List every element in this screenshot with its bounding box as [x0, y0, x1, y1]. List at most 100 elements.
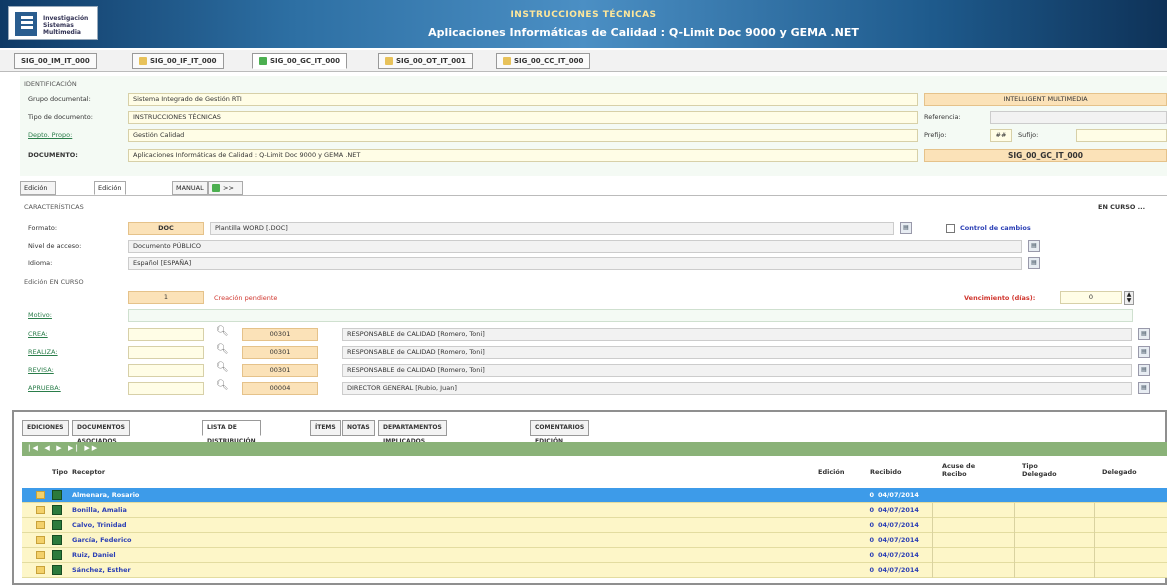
prefijo-field[interactable]: ## [990, 129, 1012, 142]
col-tipo[interactable]: Tipo [52, 468, 68, 476]
search-icon[interactable]: 🔍︎ [216, 380, 229, 391]
sufijo-field[interactable] [1076, 129, 1167, 142]
grid-nav-buttons[interactable]: |◀ ◀ ▶ ▶| ▶▶ [28, 444, 99, 452]
col-edicion[interactable]: Edición [818, 468, 845, 476]
document-code: SIG_00_GC_IT_000 [924, 149, 1167, 162]
document-icon [36, 536, 45, 544]
tab-documentos-asociados[interactable]: DOCUMENTOS ASOCIADOS [72, 420, 130, 445]
crea-link[interactable]: CREA: [28, 330, 48, 338]
tab-notas[interactable]: NOTAS [342, 420, 375, 436]
control-cambios-checkbox[interactable] [946, 224, 955, 233]
search-icon[interactable]: 🔍︎ [216, 344, 229, 355]
recibido-value: 04/07/2014 [878, 506, 919, 514]
doc-tab-gc[interactable]: SIG_00_GC_IT_000 [252, 53, 348, 69]
grid-navigation-bar: |◀ ◀ ▶ ▶| ▶▶ [22, 442, 1167, 456]
table-row[interactable]: Calvo, Trinidad 0 04/07/2014 [22, 518, 1167, 533]
depto-field[interactable]: Gestión Calidad [128, 129, 918, 142]
edicion-number: 1 [128, 291, 204, 304]
doc-tab-if[interactable]: SIG_00_IF_IT_000 [132, 53, 224, 69]
idioma-field[interactable]: Español [ESPAÑA] [128, 257, 1022, 270]
section-caracteristicas: CARACTERÍSTICAS [24, 203, 84, 211]
receptor-name: Sánchez, Esther [72, 566, 131, 574]
grupo-field[interactable]: Sistema Integrado de Gestión RTI [128, 93, 918, 106]
nivel-field[interactable]: Documento PÚBLICO [128, 240, 1022, 253]
referencia-label: Referencia: [924, 113, 961, 121]
aprueba-lookup-icon[interactable]: ▤ [1138, 382, 1150, 394]
revisa-field[interactable]: RESPONSABLE de CALIDAD [Romero, Toni] [342, 364, 1132, 377]
tab-manual[interactable]: MANUAL [172, 181, 208, 195]
formato-lookup-icon[interactable]: ▤ [900, 222, 912, 234]
edicion-value: 0 [869, 491, 874, 499]
grid-header: Tipo Receptor Edición Recibido Acuse de … [22, 456, 1167, 488]
tab-ediciones[interactable]: EDICIONES [22, 420, 69, 436]
edicion-value: 0 [869, 566, 874, 574]
crea-code: 00301 [242, 328, 318, 341]
receptor-name: Almenara, Rosario [72, 491, 140, 499]
idioma-lookup-icon[interactable]: ▤ [1028, 257, 1040, 269]
aprueba-field[interactable]: DIRECTOR GENERAL [Rubio, Juan] [342, 382, 1132, 395]
page-title: INSTRUCCIONES TÉCNICAS [510, 10, 657, 20]
tab-departamentos[interactable]: DEPARTAMENTOS IMPLICADOS [378, 420, 447, 445]
tipo-label: Tipo de documento: [28, 113, 93, 121]
realiza-link[interactable]: REALIZA: [28, 348, 58, 356]
revisa-link[interactable]: REVISA: [28, 366, 54, 374]
user-type-icon [52, 490, 62, 500]
col-tipo-delegado[interactable]: Tipo Delegado [1022, 462, 1062, 478]
table-row[interactable]: Bonilla, Amalia 0 04/07/2014 [22, 503, 1167, 518]
realiza-code: 00301 [242, 346, 318, 359]
col-recibido[interactable]: Recibido [870, 468, 902, 476]
tab-comentarios[interactable]: COMENTARIOS EDICIÓN [530, 420, 590, 445]
table-row[interactable]: García, Federico 0 04/07/2014 [22, 533, 1167, 548]
user-type-icon [52, 535, 62, 545]
revisa-empty[interactable] [128, 364, 204, 377]
search-icon[interactable]: 🔍︎ [216, 362, 229, 373]
tab-items[interactable]: ÍTEMS [310, 420, 341, 436]
table-row[interactable]: Almenara, Rosario 0 04/07/2014 [22, 488, 1167, 503]
col-delegado[interactable]: Delegado [1102, 468, 1137, 476]
col-receptor[interactable]: Receptor [72, 468, 105, 476]
realiza-empty[interactable] [128, 346, 204, 359]
search-icon[interactable]: 🔍︎ [216, 326, 229, 337]
edicion-value: 0 [869, 506, 874, 514]
depto-link[interactable]: Depto. Propo: [28, 131, 72, 139]
document-icon [36, 506, 45, 514]
document-icon [259, 57, 267, 65]
vencimiento-stepper[interactable]: ▲ ▼ [1124, 291, 1134, 305]
receptor-name: Ruiz, Daniel [72, 551, 116, 559]
aprueba-empty[interactable] [128, 382, 204, 395]
doc-tab-im[interactable]: SIG_00_IM_IT_000 [14, 53, 97, 69]
edicion-en-curso-label: Edición EN CURSO [24, 278, 84, 286]
app-header: Investigación Sistemas Multimedia INSTRU… [0, 0, 1167, 48]
revisa-code: 00301 [242, 364, 318, 377]
crea-lookup-icon[interactable]: ▤ [1138, 328, 1150, 340]
col-acuse[interactable]: Acuse de Recibo [942, 462, 992, 478]
crea-empty[interactable] [128, 328, 204, 341]
formato-field[interactable]: Plantilla WORD [.DOC] [210, 222, 894, 235]
nivel-lookup-icon[interactable]: ▤ [1028, 240, 1040, 252]
aprueba-link[interactable]: APRUEBA: [28, 384, 61, 392]
doc-tab-ot[interactable]: SIG_00_OT_IT_001 [378, 53, 473, 69]
table-row[interactable]: Sánchez, Esther 0 04/07/2014 [22, 563, 1167, 578]
crea-field[interactable]: RESPONSABLE de CALIDAD [Romero, Toni] [342, 328, 1132, 341]
documento-field[interactable]: Aplicaciones Informáticas de Calidad : Q… [128, 149, 918, 162]
document-icon [36, 566, 45, 574]
recibido-value: 04/07/2014 [878, 566, 919, 574]
recibido-value: 04/07/2014 [878, 536, 919, 544]
doc-tab-cc[interactable]: SIG_00_CC_IT_000 [496, 53, 591, 69]
referencia-field[interactable] [990, 111, 1167, 124]
tab-edicion-en-curso[interactable]: Edición EN CURSO [94, 181, 126, 216]
revisa-lookup-icon[interactable]: ▤ [1138, 364, 1150, 376]
realiza-lookup-icon[interactable]: ▤ [1138, 346, 1150, 358]
vencimiento-field[interactable]: 0 [1060, 291, 1122, 304]
tab-edicion-vigente[interactable]: Edición VIGENTE [20, 181, 57, 204]
tab-crear-nueva-edicion[interactable]: >> CREAR NUEVA EDICIÓN >> [208, 181, 244, 240]
sufijo-label: Sufijo: [1018, 131, 1039, 139]
tab-lista-distribucion[interactable]: LISTA DE DISTRIBUCIÓN [202, 420, 261, 445]
table-row[interactable]: Ruiz, Daniel 0 04/07/2014 [22, 548, 1167, 563]
document-tabs: SIG_00_IM_IT_000 SIG_00_IF_IT_000 SIG_00… [0, 50, 1167, 72]
motivo-field[interactable] [128, 309, 1133, 322]
recibido-value: 04/07/2014 [878, 551, 919, 559]
motivo-link[interactable]: Motivo: [28, 311, 52, 319]
tipo-field[interactable]: INSTRUCCIONES TÉCNICAS [128, 111, 918, 124]
realiza-field[interactable]: RESPONSABLE de CALIDAD [Romero, Toni] [342, 346, 1132, 359]
